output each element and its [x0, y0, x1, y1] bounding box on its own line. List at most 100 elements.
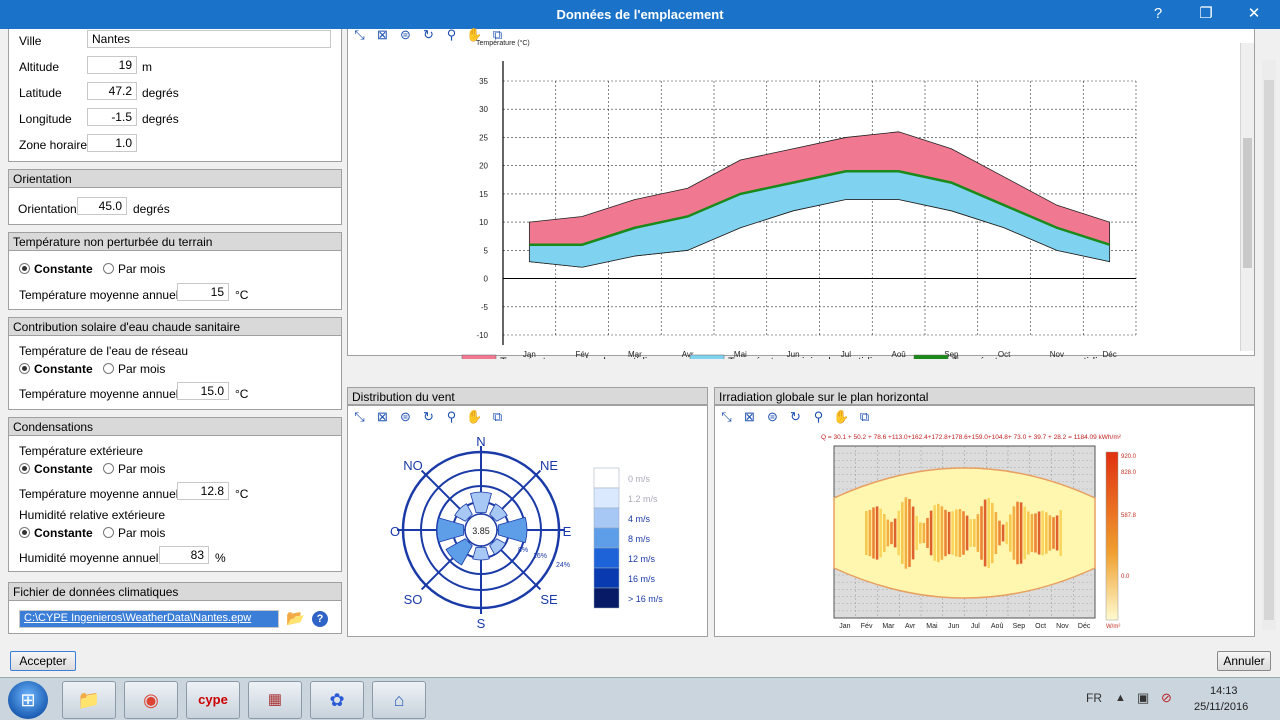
zoom-icon[interactable]: ⚲: [809, 407, 828, 426]
solar-temp-input[interactable]: 15.0: [177, 382, 229, 400]
latitude-input[interactable]: 47.2: [87, 82, 137, 100]
wind-legend-label: 16 m/s: [628, 574, 656, 584]
wind-legend-swatch: [593, 487, 620, 509]
climate-file-input[interactable]: C:\CYPE Ingenieros\WeatherData\Nantes.ep…: [19, 610, 279, 628]
irr-heat-stripe: [879, 508, 882, 558]
app-house-icon[interactable]: ⌂: [372, 681, 426, 719]
wind-petal: [472, 546, 490, 561]
climate-file-panel: Fichier de données climatiques C:\CYPE I…: [8, 582, 342, 634]
altitude-unit: m: [142, 60, 152, 74]
legend-label: Température moyenne quotidienne: [952, 356, 1122, 359]
city-input[interactable]: Nantes: [87, 30, 331, 48]
irr-heat-stripe: [1023, 506, 1026, 560]
explorer-icon[interactable]: 📁: [62, 681, 116, 719]
humidity-monthly-radio[interactable]: Par mois: [103, 526, 165, 540]
folder-icon[interactable]: 📂: [286, 609, 306, 629]
wind-direction-label: NO: [403, 458, 423, 473]
wind-legend-swatch: [593, 467, 620, 489]
refresh-icon[interactable]: ↻: [419, 407, 438, 426]
zoom-window-icon[interactable]: ⊠: [740, 407, 759, 426]
refresh-icon[interactable]: ↻: [786, 407, 805, 426]
zoom-fit-icon[interactable]: ⊜: [396, 407, 415, 426]
window-scrollbar[interactable]: [1262, 60, 1276, 630]
irr-month-label: Jun: [948, 623, 959, 630]
irr-scale-label: 587.8: [1121, 513, 1137, 519]
irradiation-header: Irradiation globale sur le plan horizont…: [714, 387, 1255, 405]
zoom-extent-icon[interactable]: ⤡: [717, 407, 736, 426]
irr-heat-stripe: [883, 513, 886, 553]
wind-direction-label: S: [477, 616, 486, 631]
ext-temp-input[interactable]: 12.8: [177, 482, 229, 500]
wind-legend-label: 4 m/s: [628, 514, 651, 524]
close-icon[interactable]: ✕: [1242, 4, 1266, 24]
irr-heat-stripe: [901, 502, 904, 564]
start-button-icon[interactable]: ⊞: [8, 681, 48, 719]
cancel-button[interactable]: Annuler: [1217, 651, 1271, 671]
humidity-constant-radio[interactable]: Constante: [19, 526, 93, 540]
ground-monthly-radio[interactable]: Par mois: [103, 262, 165, 276]
zoom-window-icon[interactable]: ⊠: [373, 407, 392, 426]
irr-heat-stripe: [865, 511, 868, 555]
irr-month-label: Oct: [1035, 623, 1046, 630]
ext-temp-constant-radio[interactable]: Constante: [19, 462, 93, 476]
restore-icon[interactable]: ❐: [1194, 4, 1218, 24]
irr-heat-stripe: [1055, 515, 1059, 551]
help-icon[interactable]: ?: [1146, 4, 1170, 24]
irr-heat-stripe: [965, 515, 969, 551]
builder-icon[interactable]: ▦: [248, 681, 302, 719]
export-icon[interactable]: ⧉: [488, 407, 507, 426]
irr-heat-stripe: [872, 507, 875, 559]
irr-heat-stripe: [922, 522, 926, 544]
irr-heat-stripe: [1030, 513, 1034, 553]
network-icon[interactable]: ▣: [1137, 690, 1149, 706]
title-bar: Données de l'emplacement ? ❐ ✕: [0, 0, 1280, 29]
humidity-unit: %: [215, 551, 226, 565]
legend-swatch: [461, 354, 497, 359]
help-circle-icon[interactable]: ?: [312, 611, 328, 627]
irr-heat-stripe: [951, 511, 954, 555]
accept-button[interactable]: Accepter: [10, 651, 76, 671]
wind-legend-label: 8 m/s: [628, 534, 651, 544]
irr-month-label: Aoû: [991, 623, 1004, 630]
clock-time: 14:13: [1210, 685, 1238, 697]
export-icon[interactable]: ⧉: [855, 407, 874, 426]
solar-monthly-radio[interactable]: Par mois: [103, 362, 165, 376]
ground-temp-input[interactable]: 15: [177, 283, 229, 301]
longitude-input[interactable]: -1.5: [87, 108, 137, 126]
altitude-input[interactable]: 19: [87, 56, 137, 74]
pan-hand-icon[interactable]: ✋: [832, 407, 851, 426]
language-indicator[interactable]: FR: [1086, 691, 1102, 705]
irr-heat-stripe: [955, 509, 958, 557]
zoom-extent-icon[interactable]: ⤡: [350, 407, 369, 426]
volume-muted-icon[interactable]: ⊘: [1161, 690, 1172, 706]
cype-icon[interactable]: cype: [186, 681, 240, 719]
wind-toolbar: ⤡ ⊠ ⊜ ↻ ⚲ ✋ ⧉: [350, 407, 507, 426]
wind-direction-label: O: [390, 524, 400, 539]
zoom-fit-icon[interactable]: ⊜: [763, 407, 782, 426]
wind-legend-swatch: [593, 547, 620, 569]
ground-temp-unit: °C: [235, 288, 249, 302]
vertical-scrollbar[interactable]: [1240, 43, 1254, 351]
zoom-icon[interactable]: ⚲: [442, 407, 461, 426]
solar-constant-radio[interactable]: Constante: [19, 362, 93, 376]
timezone-input[interactable]: 1.0: [87, 134, 137, 152]
app-flower-icon[interactable]: ✿: [310, 681, 364, 719]
wind-direction-label: N: [476, 434, 485, 449]
chrome-icon[interactable]: ◉: [124, 681, 178, 719]
irr-heat-stripe: [911, 506, 915, 560]
y-tick-label: 15: [479, 190, 488, 199]
wind-panel: ⤡ ⊠ ⊜ ↻ ⚲ ✋ ⧉ 3.85 N NE E SE S SO O NO 8% 16% 24% 0 …: [347, 405, 708, 637]
y-tick-label: 25: [479, 133, 488, 142]
longitude-unit: degrés: [142, 112, 179, 126]
orientation-input[interactable]: 45.0: [77, 197, 127, 215]
irr-heat-stripe: [868, 509, 872, 557]
humidity-label: Humidité moyenne annuelle:: [19, 551, 172, 565]
irradiation-toolbar: ⤡ ⊠ ⊜ ↻ ⚲ ✋ ⧉: [717, 407, 874, 426]
ext-temp-monthly-radio[interactable]: Par mois: [103, 462, 165, 476]
pan-hand-icon[interactable]: ✋: [465, 407, 484, 426]
irr-heat-stripe: [937, 503, 940, 563]
tray-arrow-icon[interactable]: ▲: [1115, 692, 1126, 704]
ground-constant-radio[interactable]: Constante: [19, 262, 93, 276]
humidity-input[interactable]: 83: [159, 546, 209, 564]
orientation-header: Orientation: [9, 170, 341, 188]
